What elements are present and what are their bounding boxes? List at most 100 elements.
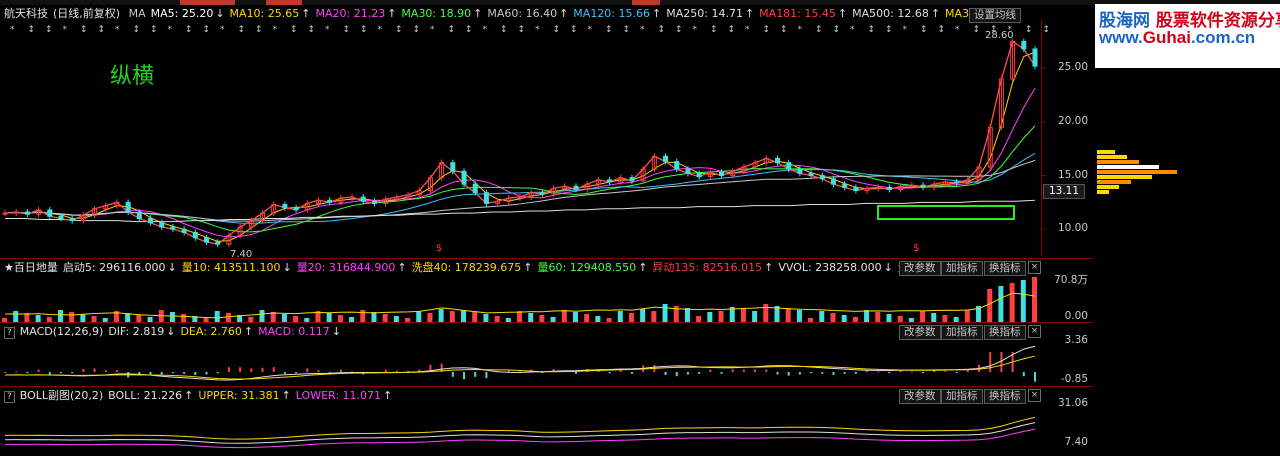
header-item: MA181: 15.45 <box>759 7 836 20</box>
ma-line <box>4 51 1036 242</box>
main-price-chart[interactable]: * ↕ ↕ * ↕ ↕ * ↕ ↕ * ↕ ↕ * ↕ ↕ * ↕ ↕ * ↕ ↕ * ↕ ↕ * ↕ ↕ * ↕ ↕ * ↕ ↕ * ↕ ↕ * ↕ ↕ *… <box>0 20 1093 256</box>
volume-bar <box>416 311 422 322</box>
volume-bar <box>517 311 522 322</box>
switch-button[interactable]: 换指标 <box>984 389 1026 404</box>
volume-bar <box>461 310 467 322</box>
add-button[interactable]: 加指标 <box>941 261 983 276</box>
close-panel-icon[interactable]: × <box>1028 261 1041 274</box>
header-item: LOWER: 11.071 <box>295 389 382 402</box>
switch-button[interactable]: 换指标 <box>984 325 1026 340</box>
signal-marker-icon: ↕ <box>448 25 456 35</box>
header-item: DIF: 2.819 <box>108 325 165 338</box>
add-button[interactable]: 加指标 <box>941 389 983 404</box>
volume-panel-header: ★百日地量 启动5: 296116.000 ↓ 量10: 413511.100 ↓ 量20… <box>4 261 981 275</box>
boll-axis-bottom: 7.40 <box>1064 436 1088 448</box>
close-panel-icon[interactable]: × <box>1028 389 1041 402</box>
candle-body <box>1032 48 1038 67</box>
signal-marker-icon: * <box>693 25 698 35</box>
candle-body <box>47 209 53 217</box>
macd-bar <box>866 370 869 372</box>
signal-marker-icon: ↕ <box>1043 25 1051 35</box>
volume-bar <box>13 311 19 322</box>
volume-profile <box>1097 150 1177 194</box>
volume-profile-bar <box>1097 160 1139 164</box>
candle-body <box>360 196 366 202</box>
macd-bar <box>37 369 40 372</box>
boll-lower-line <box>4 428 1036 449</box>
macd-bar <box>1034 372 1036 382</box>
macd-chart[interactable] <box>0 338 1041 386</box>
signal-marker-icon: ↕ <box>710 25 718 35</box>
add-button[interactable]: 加指标 <box>941 325 983 340</box>
candle-body <box>819 175 825 180</box>
dea-line <box>4 355 1036 380</box>
volume-bar <box>259 310 265 322</box>
header-item: MA500: 12.68 <box>852 7 929 20</box>
volume-bar <box>707 312 713 322</box>
macd-bar <box>171 372 174 374</box>
candle-body <box>954 181 960 184</box>
macd-bar <box>742 369 745 372</box>
header-item: 量10: 413511.100 <box>181 261 281 274</box>
candle-body <box>685 168 691 174</box>
signal-marker-icon: * <box>535 25 540 35</box>
params-button[interactable]: 改参数 <box>899 389 941 404</box>
trend-arrow-icon: ↑ <box>301 7 311 20</box>
signal-marker-icon: ↕ <box>780 25 788 35</box>
signal-marker-icon: * <box>430 25 435 35</box>
signal-marker-icon: ↕ <box>343 25 351 35</box>
volume-bar <box>472 312 478 322</box>
params-button[interactable]: 改参数 <box>899 325 941 340</box>
candle-body <box>327 199 333 203</box>
signal-marker-icon: * <box>10 25 15 35</box>
volume-bar <box>920 311 926 322</box>
macd-bar <box>630 372 633 374</box>
signal-marker-icon: * <box>220 25 225 35</box>
volume-bar <box>662 304 668 322</box>
macd-bar <box>93 368 96 372</box>
volume-bar <box>875 312 881 322</box>
signal-marker-icon: * <box>745 25 750 35</box>
volume-chart[interactable] <box>0 276 1041 322</box>
high-price-label: 28.60 <box>985 30 1014 41</box>
header-item: MA30: 18.90 <box>401 7 472 20</box>
volume-bar <box>337 315 343 322</box>
volume-bar <box>942 315 948 322</box>
signal-marker-icon: * <box>903 25 908 35</box>
volume-bar <box>651 311 657 322</box>
volume-profile-bar <box>1097 170 1177 174</box>
signal-marker-icon: ↕ <box>395 25 403 35</box>
volume-profile-bar <box>1097 150 1115 154</box>
volume-bar <box>572 312 578 322</box>
ma-line <box>4 159 1036 222</box>
signal-marker-icon: ↕ <box>80 25 88 35</box>
signal-marker-icon: ↕ <box>885 25 893 35</box>
stock-period: (日线,前复权) <box>53 7 121 20</box>
switch-button[interactable]: 换指标 <box>984 261 1026 276</box>
header-item: 洗盘40: 178239.675 <box>411 261 522 274</box>
close-panel-icon[interactable]: × <box>1028 325 1041 338</box>
macd-bar <box>966 370 969 372</box>
candle-body <box>450 162 456 172</box>
macd-bar <box>451 372 454 377</box>
macd-panel-header: ? MACD(12,26,9) DIF: 2.819 ↓ DEA: 2.760 ↑ MACD… <box>4 325 346 339</box>
volume-bar <box>326 313 332 322</box>
macd-bar <box>149 372 152 375</box>
trend-arrow-icon: ↑ <box>559 7 569 20</box>
volume-bar <box>740 309 746 322</box>
trend-arrow-icon: ↓ <box>167 261 177 274</box>
candle-body <box>69 217 75 222</box>
logo-url-prefix: www. <box>1099 28 1143 47</box>
boll-chart[interactable] <box>0 402 1041 452</box>
params-button[interactable]: 改参数 <box>899 261 941 276</box>
signal-marker-icon: ↕ <box>938 25 946 35</box>
candle-body <box>181 228 187 233</box>
signal-marker-icon: ↕ <box>973 25 981 35</box>
trend-arrow-icon: ↑ <box>930 7 941 20</box>
signal-marker-icon: * <box>483 25 488 35</box>
macd-bar <box>675 372 678 377</box>
signal-marker-icon: * <box>168 25 173 35</box>
macd-bar <box>227 367 230 372</box>
signal-marker-icon: * <box>955 25 960 35</box>
price-axis-label: 10.00 <box>1057 222 1088 235</box>
